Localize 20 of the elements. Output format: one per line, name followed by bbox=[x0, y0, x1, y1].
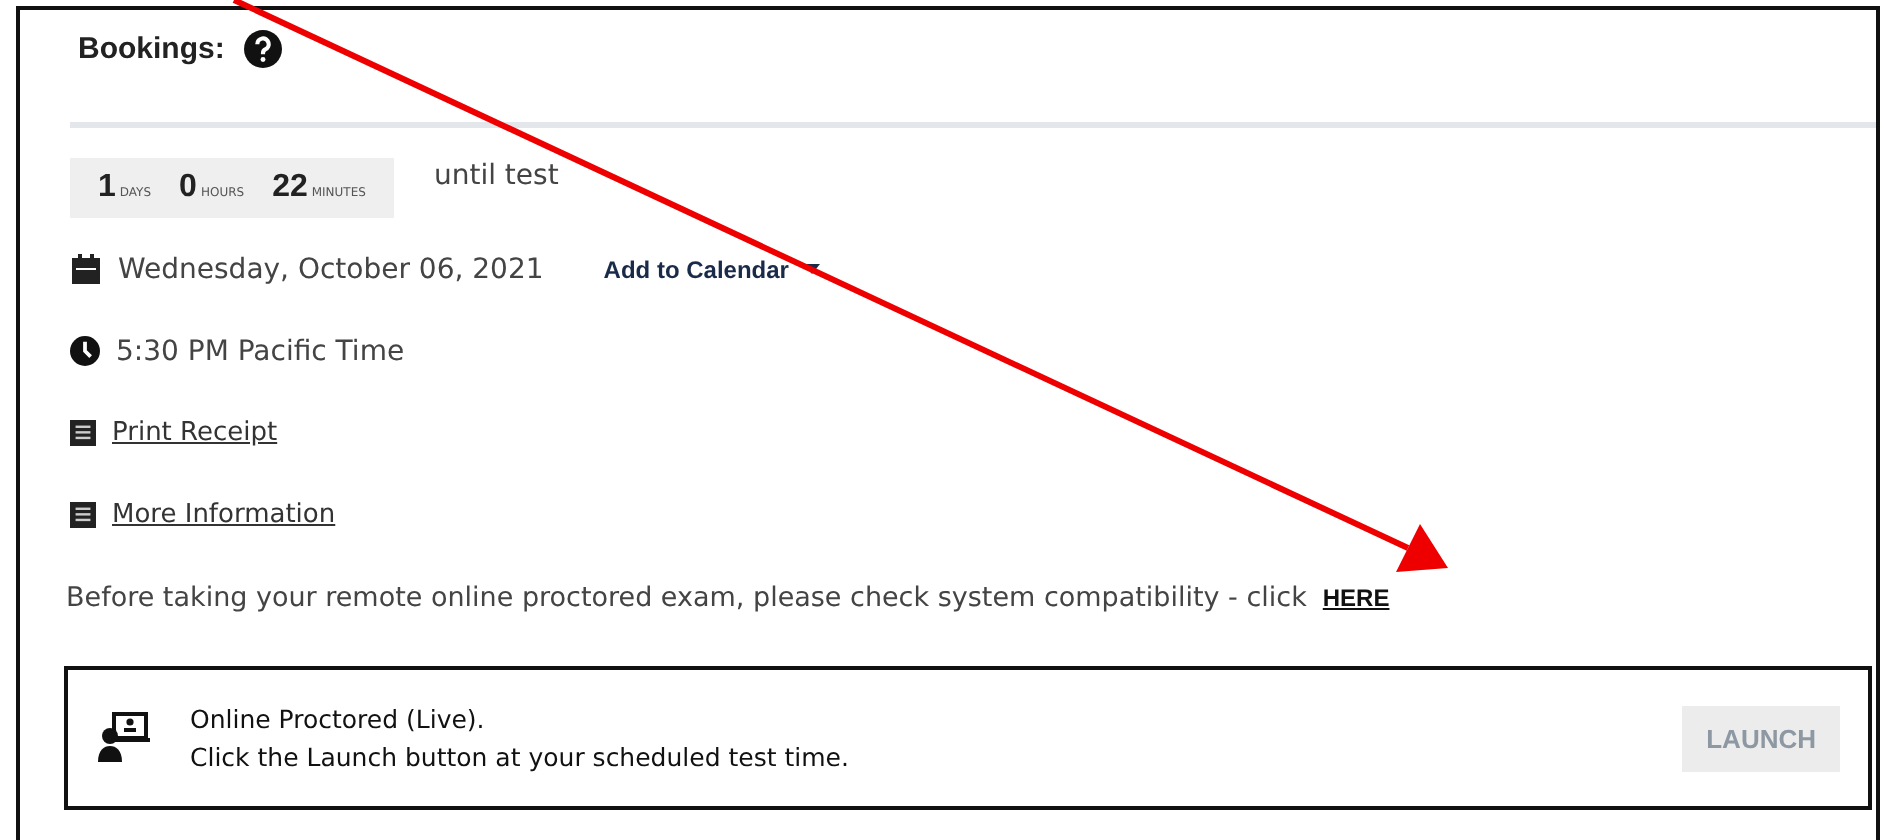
bookings-heading: Bookings: bbox=[78, 32, 225, 66]
compatibility-notice: Before taking your remote online proctored exam, please check system compatibility - click bbox=[66, 581, 1307, 613]
document-icon bbox=[70, 502, 96, 528]
document-link[interactable]: More Information bbox=[112, 500, 336, 530]
document-link[interactable]: Print Receipt bbox=[112, 418, 278, 448]
help-icon[interactable] bbox=[244, 30, 283, 68]
test-time: 5:30 PM Pacific Time bbox=[116, 335, 405, 367]
clock-icon bbox=[70, 336, 100, 366]
exam-type: Online Proctored (Live). bbox=[190, 704, 487, 734]
countdown-label: until test bbox=[433, 160, 559, 192]
calendar-icon bbox=[70, 253, 102, 285]
exam-instructions: Click the Launch button at your scheduled test time. bbox=[190, 742, 851, 772]
document-icon bbox=[70, 420, 96, 446]
countdown-value: 22 bbox=[272, 170, 308, 206]
countdown-value: 0 bbox=[179, 170, 197, 206]
countdown-value: 1 bbox=[98, 170, 116, 206]
add-to-calendar-link[interactable]: Add to Calendar bbox=[603, 255, 789, 283]
proctor-icon bbox=[98, 712, 150, 764]
compatibility-link[interactable]: HERE bbox=[1322, 583, 1390, 611]
test-date: Wednesday, October 06, 2021 bbox=[118, 253, 544, 285]
